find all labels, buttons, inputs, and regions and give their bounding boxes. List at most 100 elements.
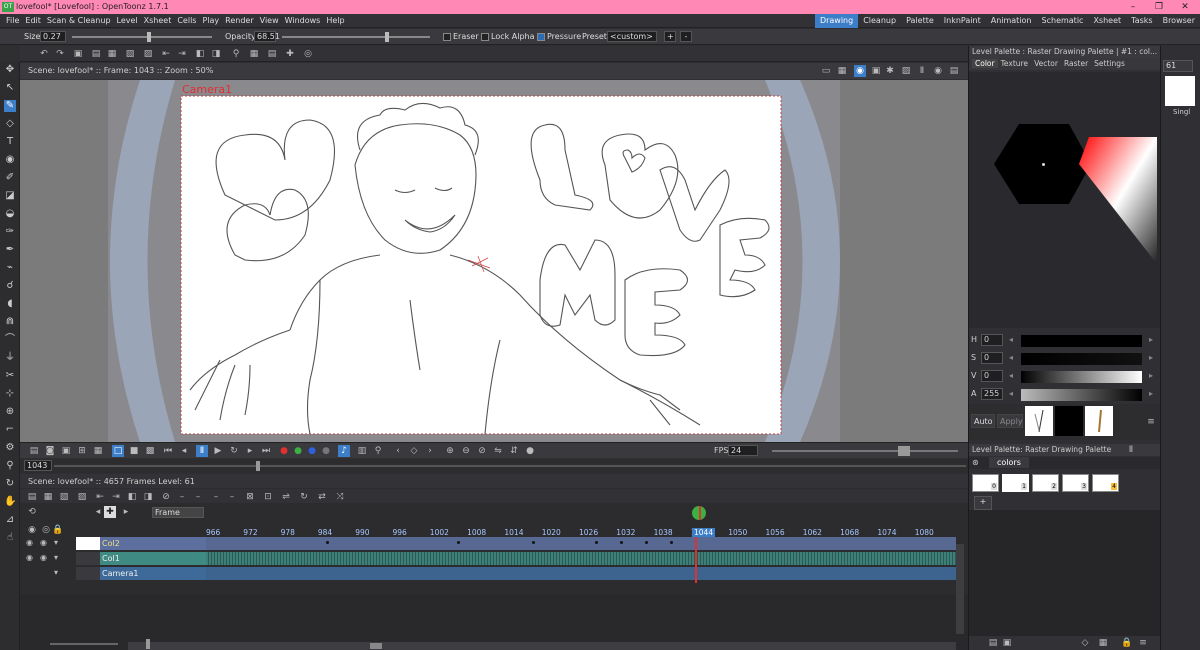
menu-file[interactable]: File [3, 16, 22, 25]
auto-button[interactable]: Auto [971, 414, 995, 428]
keyframe-dot[interactable] [670, 541, 673, 544]
preset-remove-button[interactable]: - [680, 31, 692, 42]
locator-icon[interactable]: ⚲ [372, 445, 384, 457]
channel-slider[interactable] [1021, 335, 1142, 347]
palette-save-as-icon[interactable]: ▣ [1001, 637, 1013, 649]
level-thumbnail-icon[interactable] [1165, 76, 1195, 106]
snapshot-icon[interactable]: ◙ [44, 445, 56, 457]
layer-track[interactable] [206, 552, 956, 565]
timeline-layer-row[interactable]: ◉ ◉ ▾ Col2 [20, 537, 968, 550]
minimize-icon[interactable]: – [1120, 0, 1146, 14]
next-frame-icon[interactable]: ▸ [244, 445, 256, 457]
channel-dec-icon[interactable]: ◂ [1009, 353, 1013, 362]
room-tab-palette[interactable]: Palette [901, 14, 939, 28]
flip-v-icon[interactable]: ⇵ [508, 445, 520, 457]
insert-icon[interactable]: ⇤ [160, 48, 172, 60]
size-slider-knob[interactable] [147, 32, 151, 42]
plastic-tool-icon[interactable]: ⚙ [4, 442, 16, 454]
timeline-vscroll[interactable] [956, 544, 964, 634]
control-point-icon[interactable]: ⌁ [4, 262, 16, 274]
skeleton-tool-icon[interactable]: ⊹ [4, 388, 16, 400]
preview-icon[interactable]: ▨ [900, 65, 912, 77]
fps-slider-knob[interactable] [898, 446, 910, 456]
finger-tool-icon[interactable]: ☝ [4, 532, 16, 544]
eraser-checkbox[interactable] [443, 33, 451, 41]
ruler-icon[interactable]: ⊞ [76, 445, 88, 457]
level-select[interactable]: 61 [1163, 60, 1193, 72]
camstand-toggle-icon[interactable]: ◉ [40, 538, 47, 547]
rgb-picker-icon[interactable]: ✒ [4, 244, 16, 256]
style-chip[interactable]: 4 [1092, 474, 1119, 492]
menu-play[interactable]: Play [199, 16, 222, 25]
new-vector-icon[interactable]: ▧ [124, 48, 136, 60]
fill-tool-icon[interactable]: ◉ [4, 154, 16, 166]
fps-slider[interactable] [772, 450, 958, 452]
first-frame-icon[interactable]: ⏮ [162, 445, 174, 457]
frame-ruler[interactable]: 966 972 978 984 990 996 1002 1008 1014 1020 1026 10… [20, 474, 968, 544]
timeline-layer-row[interactable]: ▾ Camera1 [20, 567, 968, 580]
visibility-icon[interactable]: ◉ [932, 65, 944, 77]
timeline-layer-row[interactable]: ◉ ◉ ▾ Col1 [20, 552, 968, 565]
remove-icon[interactable]: ⇥ [176, 48, 188, 60]
room-tab-drawing[interactable]: Drawing [814, 14, 859, 28]
style-chip[interactable]: 1 [1002, 474, 1029, 492]
fps-field[interactable]: 24 [728, 445, 758, 456]
sound-icon[interactable]: ♪ [338, 445, 350, 457]
preview-toggle-icon[interactable]: ◉ [26, 538, 33, 547]
ruler-tool-icon[interactable]: ⊿ [4, 514, 16, 526]
keyframe-dot[interactable] [326, 541, 329, 544]
new-level-icon[interactable]: ▤ [90, 48, 102, 60]
room-tab-xsheet[interactable]: Xsheet [1088, 14, 1126, 28]
frame-slider-knob[interactable] [256, 461, 260, 471]
pressure-checkbox[interactable] [537, 33, 545, 41]
palette-view-icon[interactable]: ◇ [1079, 637, 1091, 649]
timeline-hscroll[interactable] [128, 642, 956, 650]
close-icon[interactable]: ✕ [1172, 0, 1198, 14]
save-icon[interactable]: ▣ [72, 48, 84, 60]
layer-track[interactable] [206, 567, 956, 580]
room-tab-inknpaint[interactable]: InknPaint [939, 14, 986, 28]
frame-prev-icon[interactable]: ◧ [194, 48, 206, 60]
cutter-tool-icon[interactable]: ✂ [4, 370, 16, 382]
menu-level[interactable]: Level [114, 16, 141, 25]
undo-icon[interactable]: ↶ [38, 48, 50, 60]
menu-scan-cleanup[interactable]: Scan & Cleanup [44, 16, 114, 25]
viewer-canvas[interactable]: Camera1 [20, 80, 968, 442]
viewer-drawing[interactable]: Camera1 [20, 80, 968, 442]
add-style-button[interactable]: + [974, 496, 992, 510]
zoom-out-icon[interactable]: ⊖ [460, 445, 472, 457]
magnet-tool-icon[interactable]: ⋒ [4, 316, 16, 328]
iron-tool-icon[interactable]: ⏚ [4, 352, 16, 364]
freeze-icon[interactable]: Ⅱ [916, 65, 928, 77]
eraser-tool-icon[interactable]: ◪ [4, 190, 16, 202]
frame-slider[interactable] [54, 465, 966, 467]
style-chip[interactable]: 2 [1032, 474, 1059, 492]
keyframe-dot[interactable] [645, 541, 648, 544]
menu-edit[interactable]: Edit [22, 16, 44, 25]
room-tab-schematic[interactable]: Schematic [1037, 14, 1089, 28]
palette-tab-vector[interactable]: Vector [1031, 59, 1061, 68]
freeze-palette-icon[interactable]: Ⅱ [1125, 444, 1137, 456]
channel-slider[interactable] [1021, 353, 1142, 365]
keyframe-dot[interactable] [532, 541, 535, 544]
channel-value-field[interactable]: 255 [981, 388, 1003, 400]
timeline-hscroll-knob[interactable] [370, 643, 382, 649]
alpha-channel-icon[interactable]: ● [320, 445, 332, 457]
lock-toggle-icon[interactable]: ▾ [54, 553, 58, 562]
room-tab-animation[interactable]: Animation [986, 14, 1037, 28]
hand-tool-icon[interactable]: ✋ [4, 496, 16, 508]
channel-value-field[interactable]: 0 [981, 352, 1003, 364]
color-wheel-area[interactable] [969, 72, 1161, 328]
tape-tool-icon[interactable]: ◒ [4, 208, 16, 220]
prev-frame-icon[interactable]: ◂ [178, 445, 190, 457]
apply-button[interactable]: Apply [997, 414, 1023, 428]
rotate-tool-icon[interactable]: ↻ [4, 478, 16, 490]
grid-icon[interactable]: ▦ [248, 48, 260, 60]
zoom-slider[interactable] [50, 643, 118, 645]
play-icon[interactable]: ▶ [212, 445, 224, 457]
palette-tab-texture[interactable]: Texture [998, 59, 1031, 68]
red-channel-icon[interactable]: ● [278, 445, 290, 457]
compare-icon[interactable]: ▣ [60, 445, 72, 457]
restore-icon[interactable]: ❐ [1146, 0, 1172, 14]
blue-channel-icon[interactable]: ● [306, 445, 318, 457]
